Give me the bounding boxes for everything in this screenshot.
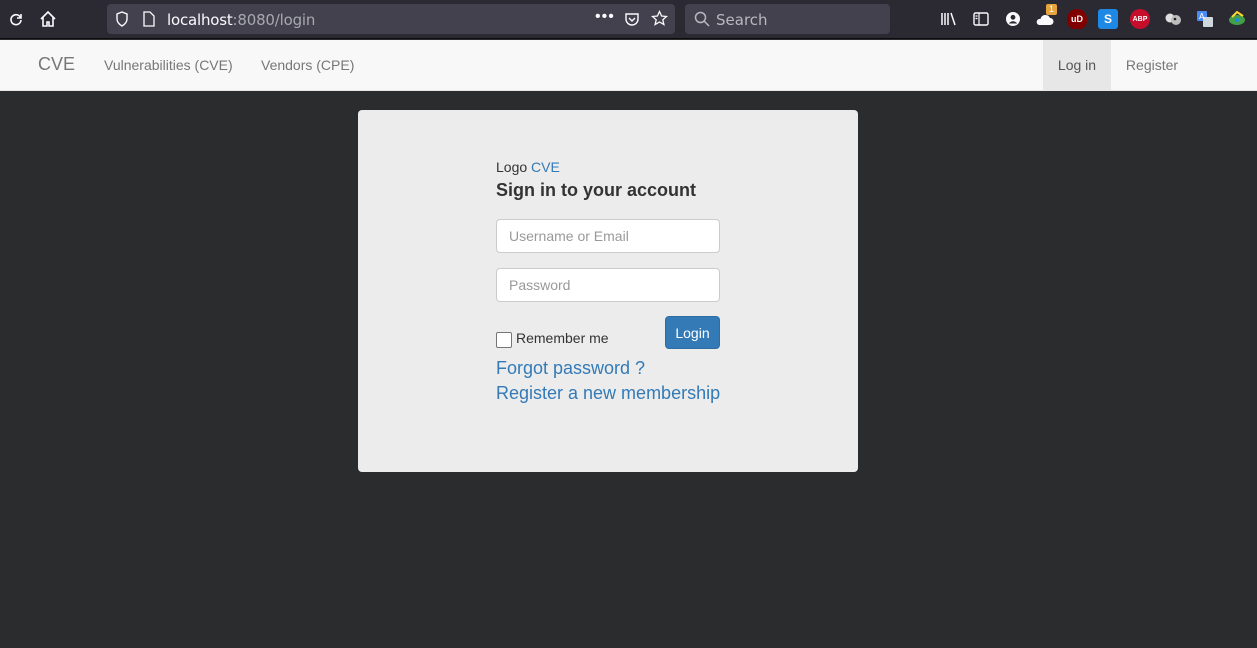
sidebar-icon[interactable] bbox=[970, 8, 992, 30]
ghost-extension-icon[interactable] bbox=[1162, 8, 1184, 30]
logo-text: Logo bbox=[496, 159, 528, 175]
account-icon[interactable] bbox=[1002, 8, 1024, 30]
url-text[interactable]: localhost:8080/login bbox=[167, 11, 315, 29]
forgot-password-link[interactable]: Forgot password ? bbox=[496, 358, 645, 379]
app-navbar: CVE Vulnerabilities (CVE) Vendors (CPE) … bbox=[0, 40, 1257, 91]
nav-register-link[interactable]: Register bbox=[1111, 40, 1193, 90]
pocket-icon[interactable] bbox=[624, 11, 640, 32]
shield-icon[interactable] bbox=[115, 11, 129, 32]
nav-login-link[interactable]: Log in bbox=[1043, 40, 1111, 90]
nav-link-vulnerabilities[interactable]: Vulnerabilities (CVE) bbox=[104, 57, 233, 73]
search-icon bbox=[694, 11, 710, 32]
ublock-icon[interactable]: uD bbox=[1067, 9, 1087, 29]
password-input[interactable] bbox=[496, 268, 720, 302]
remember-me-checkbox[interactable] bbox=[496, 332, 512, 348]
remember-me-row: Remember me bbox=[496, 328, 609, 348]
extension-cloud-icon[interactable]: 1 bbox=[1034, 4, 1058, 30]
s-extension-icon[interactable]: S bbox=[1098, 9, 1118, 29]
svg-text:A: A bbox=[1199, 12, 1205, 21]
logo-brand[interactable]: CVE bbox=[531, 159, 560, 175]
username-input[interactable] bbox=[496, 219, 720, 253]
login-card: Logo CVE Sign in to your account Remembe… bbox=[358, 110, 858, 472]
navbar-brand[interactable]: CVE bbox=[38, 54, 75, 75]
home-icon[interactable] bbox=[37, 8, 59, 30]
register-membership-link[interactable]: Register a new membership bbox=[496, 383, 720, 404]
browser-toolbar: localhost:8080/login ••• Search 1 uD S A… bbox=[0, 0, 1257, 39]
search-bar[interactable]: Search bbox=[685, 4, 890, 34]
page-icon bbox=[143, 11, 155, 32]
page-title: Sign in to your account bbox=[496, 180, 697, 200]
login-button[interactable]: Login bbox=[665, 316, 720, 349]
url-host: localhost bbox=[167, 11, 233, 29]
nav-link-vendors[interactable]: Vendors (CPE) bbox=[261, 57, 354, 73]
url-path: :8080/login bbox=[232, 11, 316, 29]
remember-me-label[interactable]: Remember me bbox=[516, 330, 609, 346]
globe-extension-icon[interactable] bbox=[1226, 8, 1248, 30]
extension-badge: 1 bbox=[1046, 4, 1058, 15]
bookmark-star-icon[interactable] bbox=[650, 9, 669, 32]
search-placeholder: Search bbox=[716, 11, 768, 29]
library-icon[interactable] bbox=[938, 8, 960, 30]
adblock-plus-icon[interactable]: ABP bbox=[1130, 9, 1150, 29]
url-bar[interactable]: localhost:8080/login ••• bbox=[107, 4, 675, 34]
logo: Logo CVE bbox=[496, 159, 560, 175]
translate-icon[interactable]: A bbox=[1194, 8, 1216, 30]
reload-icon[interactable] bbox=[5, 8, 27, 30]
more-actions-icon[interactable]: ••• bbox=[595, 8, 615, 26]
